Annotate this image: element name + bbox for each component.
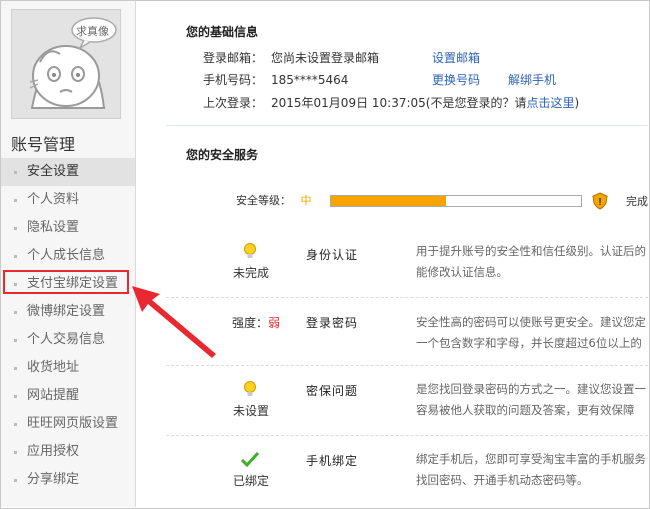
phone-bind-desc-line2: 找回密码、开通手机动态密码等。	[416, 473, 589, 487]
set-email-link[interactable]: 设置邮箱	[432, 49, 480, 66]
sidebar-item-apps[interactable]: 应用授权	[1, 438, 135, 466]
row-divider	[166, 435, 648, 436]
phone-bind-status: 已绑定	[232, 474, 269, 488]
phone-bind-desc: 绑定手机后，您即可享受淘宝丰富的手机服务 找回密码、开通手机动态密码等。	[416, 449, 648, 491]
identity-desc: 用于提升账号的安全性和信任级别。认证后的 能修改认证信息。	[416, 241, 648, 283]
lightbulb-icon	[244, 381, 256, 396]
security-progress-fill	[331, 196, 446, 206]
svg-text:!: !	[598, 197, 601, 208]
last-login-row: 上次登录： 2015年01月09日 10:37:05(不是您登录的？请点击这里)	[203, 94, 579, 111]
password-desc-line1: 安全性高的密码可以使账号更安全。建议您定	[416, 315, 646, 329]
sidebar-item-security[interactable]: 安全设置	[1, 158, 135, 186]
shield-icon: !	[592, 192, 608, 210]
sidebar-nav: 安全设置 个人资料 隐私设置 个人成长信息 支付宝绑定设置 微博绑定设置 个人交…	[1, 158, 135, 494]
lightbulb-icon	[244, 243, 256, 258]
sidebar-item-address[interactable]: 收货地址	[1, 354, 135, 382]
password-strength: 强度：弱	[226, 314, 286, 331]
sidebar-item-share[interactable]: 分享绑定	[1, 466, 135, 494]
sidebar-item-weibo[interactable]: 微博绑定设置	[1, 298, 135, 326]
main-content: 您的基础信息 登录邮箱： 您尚未设置登录邮箱 设置邮箱 手机号码： 185****5…	[136, 1, 648, 507]
email-row: 登录邮箱： 您尚未设置登录邮箱	[203, 49, 379, 66]
basic-info-title: 您的基础信息	[186, 25, 259, 39]
phone-bind-desc-line1: 绑定手机后，您即可享受淘宝丰富的手机服务	[416, 452, 646, 466]
security-progress-bar	[330, 195, 582, 207]
security-question-desc-line1: 是您找回登录密码的方式之一。建议您设置一	[416, 382, 646, 396]
phone-label: 手机号码：	[203, 73, 264, 87]
security-level-label: 安全等级：	[236, 194, 291, 207]
phone-row: 手机号码： 185****5464	[203, 71, 348, 88]
highlight-box	[3, 270, 129, 294]
password-desc: 安全性高的密码可以使账号更安全。建议您定 一个包含数字和字母，并长度超过6位以上…	[416, 312, 648, 354]
security-question-desc-line2: 容易被他人获取的问题及答案，更有效保障	[416, 403, 635, 417]
security-question-status: 未设置	[232, 404, 269, 418]
phone-bind-name: 手机绑定	[306, 454, 359, 468]
password-strength-label: 强度：	[231, 316, 268, 330]
sidebar-title: 账号管理	[11, 135, 76, 154]
identity-desc-line1: 用于提升账号的安全性和信任级别。认证后的	[416, 244, 646, 258]
sidebar-item-trade[interactable]: 个人交易信息	[1, 326, 135, 354]
sidebar: 求真像 账号管理 安全设置 个人资料 隐私设置 个人成长信息 支付宝绑定设置 微…	[1, 1, 136, 507]
sidebar-item-reminder[interactable]: 网站提醒	[1, 382, 135, 410]
last-login-value: 2015年01月09日 10:37:05(不是您登录的？请	[271, 96, 527, 110]
last-login-tail: )	[574, 96, 580, 110]
identity-name: 身份认证	[306, 248, 359, 262]
email-value: 您尚未设置登录邮箱	[271, 51, 380, 65]
email-label: 登录邮箱：	[203, 51, 264, 65]
row-divider	[166, 365, 648, 366]
identity-desc-line2: 能修改认证信息。	[416, 265, 508, 279]
password-strength-value: 弱	[268, 316, 281, 330]
sidebar-item-growth[interactable]: 个人成长信息	[1, 242, 135, 270]
section-divider	[166, 125, 648, 126]
row-divider	[166, 297, 648, 298]
sidebar-item-privacy[interactable]: 隐私设置	[1, 214, 135, 242]
avatar[interactable]: 求真像	[11, 9, 121, 119]
done-label: 完成	[626, 195, 648, 208]
security-title: 您的安全服务	[186, 148, 259, 162]
sidebar-item-profile[interactable]: 个人资料	[1, 186, 135, 214]
unbind-phone-link[interactable]: 解绑手机	[508, 71, 556, 88]
avatar-badge-text: 求真像	[76, 25, 109, 38]
identity-status: 未完成	[232, 266, 269, 280]
security-question-desc: 是您找回登录密码的方式之一。建议您设置一 容易被他人获取的问题及答案，更有效保障	[416, 379, 648, 421]
sidebar-item-wangwang[interactable]: 旺旺网页版设置	[1, 410, 135, 438]
password-name: 登录密码	[306, 316, 359, 330]
click-here-link[interactable]: 点击这里	[526, 96, 574, 110]
change-phone-link[interactable]: 更换号码	[432, 71, 480, 88]
phone-value: 185****5464	[271, 73, 349, 87]
security-question-name: 密保问题	[306, 384, 359, 398]
last-login-label: 上次登录：	[203, 96, 264, 110]
password-desc-line2: 一个包含数字和字母，并长度超过6位以上的	[416, 336, 642, 350]
checkmark-icon	[241, 451, 259, 467]
security-level-value: 中	[300, 194, 312, 207]
security-level: 安全等级： 中	[236, 192, 312, 208]
